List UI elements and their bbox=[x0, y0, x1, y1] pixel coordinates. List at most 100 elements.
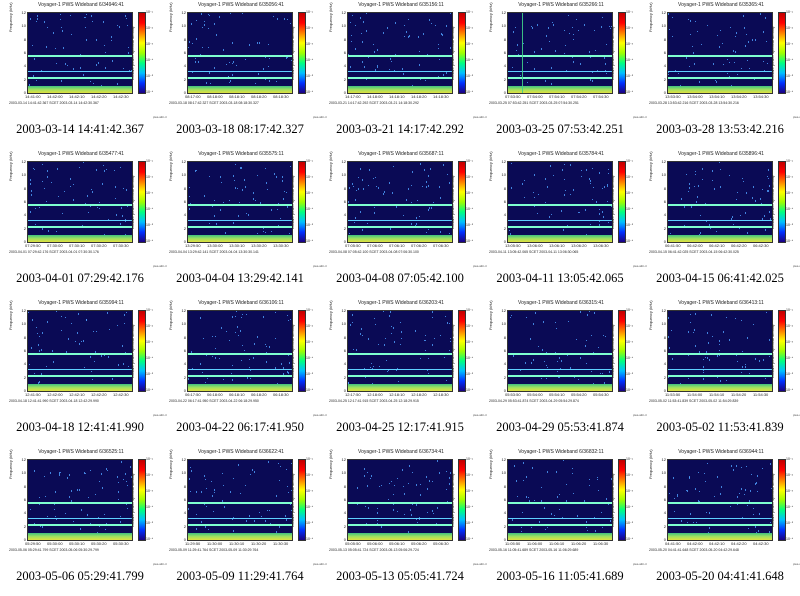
panel-caption[interactable]: 2003-05-20 04:41:41.648 bbox=[640, 569, 800, 584]
panel-caption[interactable]: 2003-04-11 13:05:42.065 bbox=[480, 271, 640, 286]
noise-speck bbox=[723, 64, 724, 65]
noise-speck bbox=[578, 30, 579, 31]
panel-footer: 2003-04-25 12:17:41.915 SCET 2003-04-25 … bbox=[329, 399, 419, 403]
noise-speck bbox=[126, 481, 127, 482]
noise-speck bbox=[126, 312, 127, 313]
colorbar-tick-label: 10⁻² bbox=[466, 26, 473, 30]
colorbar-tick-label: 10⁻² bbox=[306, 26, 313, 30]
noise-speck bbox=[55, 491, 56, 493]
noise-speck bbox=[200, 363, 201, 365]
panel-caption[interactable]: 2003-04-08 07:05:42.100 bbox=[320, 271, 480, 286]
emission-band bbox=[348, 204, 452, 206]
panel-caption[interactable]: 2003-04-25 12:17:41.915 bbox=[320, 420, 480, 435]
noise-speck bbox=[424, 169, 425, 171]
noise-speck bbox=[73, 184, 74, 185]
colorbar-tick-label: 10⁻⁵ bbox=[306, 521, 314, 525]
noise-speck bbox=[425, 335, 426, 336]
panel-caption[interactable]: 2003-03-18 08:17:42.327 bbox=[160, 122, 320, 137]
y-tick-label: 8 bbox=[183, 335, 186, 340]
noise-speck bbox=[689, 187, 690, 189]
noise-speck bbox=[47, 176, 48, 178]
panel-caption[interactable]: 2003-03-21 14:17:42.292 bbox=[320, 122, 480, 137]
noise-speck bbox=[116, 214, 117, 216]
panel-caption[interactable]: 2003-03-28 13:53:42.216 bbox=[640, 122, 800, 137]
noise-speck bbox=[127, 485, 128, 486]
panel-caption[interactable]: 2003-04-22 06:17:41.950 bbox=[160, 420, 320, 435]
emission-band bbox=[28, 71, 132, 72]
colorbar bbox=[618, 12, 626, 94]
x-tick-label: 14:42:00 bbox=[47, 94, 63, 99]
y-tick-label: 4 bbox=[23, 63, 26, 68]
panel-title: Voyager-1 PWS Wideband 6/36734:41 bbox=[358, 449, 444, 455]
colorbar-tick-label: 10⁻² bbox=[146, 324, 153, 328]
noise-speck bbox=[107, 312, 108, 314]
emission-band bbox=[668, 502, 772, 504]
noise-speck bbox=[427, 488, 428, 490]
y-tick-label: 12 bbox=[501, 10, 506, 15]
noise-speck bbox=[374, 51, 375, 53]
noise-speck bbox=[737, 496, 738, 498]
panel-caption[interactable]: 2003-05-02 11:53:41.839 bbox=[640, 420, 800, 435]
noise-speck bbox=[77, 489, 78, 491]
x-tick-label: 05:54:30 bbox=[593, 392, 609, 397]
noise-speck bbox=[191, 23, 192, 25]
panel-caption[interactable]: 2003-05-06 05:29:41.799 bbox=[0, 569, 160, 584]
noise-speck bbox=[720, 169, 721, 170]
noise-speck bbox=[537, 213, 538, 214]
noise-speck bbox=[605, 336, 606, 337]
low-frequency-band bbox=[668, 384, 772, 391]
panel-caption[interactable]: 2003-04-18 12:41:41.990 bbox=[0, 420, 160, 435]
panel-caption[interactable]: 2003-04-01 07:29:42.176 bbox=[0, 271, 160, 286]
colorbar-tick-label: 10⁻⁴ bbox=[306, 207, 314, 211]
x-tick-label: 07:54:20 bbox=[571, 94, 587, 99]
noise-speck bbox=[411, 185, 412, 186]
noise-speck bbox=[747, 337, 748, 339]
colorbar-tick-label: 10⁻⁶ bbox=[146, 537, 154, 541]
noise-speck bbox=[729, 339, 730, 341]
noise-speck bbox=[202, 47, 203, 48]
noise-speck bbox=[524, 180, 525, 181]
colorbar bbox=[298, 12, 306, 94]
panel-title: Voyager-1 PWS Wideband 6/35056:41 bbox=[198, 2, 284, 8]
noise-speck bbox=[59, 474, 60, 476]
colorbar-tick-label: 10⁻³ bbox=[626, 489, 633, 493]
noise-speck bbox=[737, 74, 738, 75]
noise-speck bbox=[695, 345, 696, 347]
noise-speck bbox=[128, 366, 129, 367]
y-axis-ticks: 12 10 8 6 4 2 0 bbox=[499, 10, 506, 95]
colorbar-label: relative power spectral density bbox=[290, 324, 295, 378]
noise-speck bbox=[101, 355, 102, 357]
emission-band bbox=[28, 204, 132, 206]
noise-speck bbox=[118, 491, 119, 493]
panel-caption[interactable]: 2003-05-16 11:05:41.689 bbox=[480, 569, 640, 584]
x-tick-label: 14:18:20 bbox=[411, 94, 427, 99]
noise-speck bbox=[706, 512, 707, 513]
noise-speck bbox=[726, 317, 727, 318]
noise-speck bbox=[288, 492, 289, 493]
y-tick-label: 8 bbox=[23, 335, 26, 340]
panel-caption[interactable]: 2003-05-13 05:05:41.724 bbox=[320, 569, 480, 584]
noise-speck bbox=[117, 476, 118, 478]
noise-speck bbox=[429, 19, 430, 21]
noise-speck bbox=[396, 206, 397, 208]
y-tick-label: 12 bbox=[21, 457, 26, 462]
noise-speck bbox=[526, 496, 527, 498]
noise-speck bbox=[730, 27, 731, 28]
panel-caption[interactable]: 2003-03-14 14:41:42.367 bbox=[0, 122, 160, 137]
panel-caption[interactable]: 2003-04-29 05:53:41.874 bbox=[480, 420, 640, 435]
noise-speck bbox=[572, 468, 573, 469]
panel-caption[interactable]: 2003-05-09 11:29:41.764 bbox=[160, 569, 320, 584]
panel-caption[interactable]: 2003-03-25 07:53:42.251 bbox=[480, 122, 640, 137]
noise-speck bbox=[603, 216, 604, 218]
panel-caption[interactable]: 2003-04-04 13:29:42.141 bbox=[160, 271, 320, 286]
y-tick-label: 12 bbox=[661, 457, 666, 462]
corner-label: pws-wbr-ir bbox=[793, 115, 800, 119]
panel-footer: 2003-04-01 07:29:42.176 SCET 2003-04-01 … bbox=[9, 250, 99, 254]
colorbar-tick-label: 10⁻³ bbox=[306, 489, 313, 493]
noise-speck bbox=[572, 27, 573, 28]
panel-caption[interactable]: 2003-04-15 06:41:42.025 bbox=[640, 271, 800, 286]
noise-speck bbox=[752, 39, 753, 41]
noise-speck bbox=[229, 200, 230, 201]
emission-band bbox=[668, 353, 772, 355]
noise-speck bbox=[569, 33, 570, 34]
